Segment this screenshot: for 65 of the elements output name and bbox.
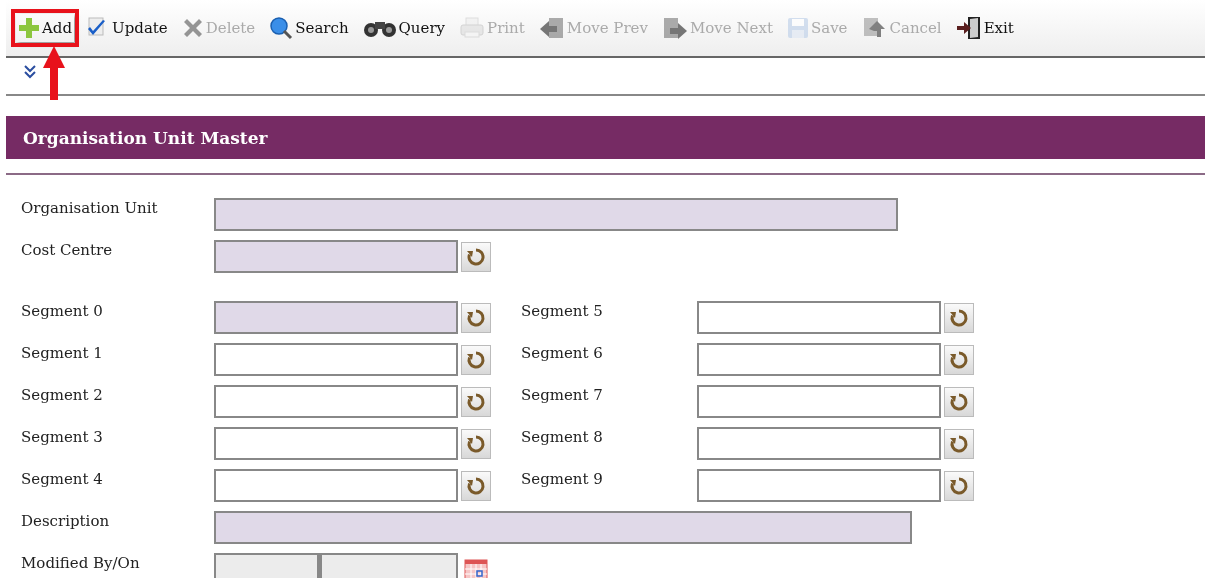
- field-label: Segment 9: [521, 469, 604, 488]
- input-field[interactable]: [214, 198, 898, 231]
- form-title: Organisation Unit Master: [6, 116, 1205, 159]
- input-field[interactable]: [214, 385, 458, 418]
- refresh-icon: [466, 246, 486, 267]
- refresh-icon: [949, 475, 969, 496]
- expand-chevrons-icon[interactable]: [24, 65, 36, 79]
- search-icon: [269, 16, 294, 40]
- toolbar-button[interactable]: Update: [84, 14, 170, 42]
- lookup-button[interactable]: [461, 344, 491, 375]
- field-label: Segment 7: [521, 385, 604, 404]
- field-label: Modified By/On: [21, 553, 141, 572]
- exit-door-icon: [955, 16, 982, 40]
- toolbar-button[interactable]: Exit: [953, 13, 1016, 43]
- lookup-button[interactable]: [461, 428, 491, 459]
- input-field[interactable]: [697, 427, 941, 460]
- calendar-icon[interactable]: [464, 557, 488, 578]
- toolbar-button[interactable]: Add: [16, 14, 75, 42]
- input-field[interactable]: [697, 469, 941, 502]
- lookup-button[interactable]: [944, 470, 974, 501]
- toolbar-button[interactable]: Query: [360, 15, 448, 41]
- field-label: Segment 2: [21, 385, 104, 404]
- field-label: Description: [21, 511, 111, 530]
- lookup-button[interactable]: [944, 344, 974, 375]
- printer-icon: [459, 17, 486, 39]
- field-label: Segment 4: [21, 469, 104, 488]
- refresh-icon: [949, 433, 969, 454]
- field-label: Segment 0: [21, 301, 104, 320]
- field-label: Segment 3: [21, 427, 104, 446]
- field-label: Cost Centre: [21, 240, 114, 259]
- arrow-right-icon: [661, 16, 688, 40]
- refresh-icon: [466, 433, 486, 454]
- input-field[interactable]: [214, 343, 458, 376]
- arrow-left-icon: [538, 16, 565, 40]
- lookup-button[interactable]: [944, 386, 974, 417]
- annotation-arrow: [40, 44, 68, 100]
- field-label: Segment 1: [21, 343, 104, 362]
- field-label: Segment 5: [521, 301, 604, 320]
- lookup-button[interactable]: [461, 470, 491, 501]
- input-field[interactable]: [214, 511, 912, 544]
- input-field[interactable]: [214, 301, 458, 334]
- input-field[interactable]: [697, 301, 941, 334]
- input-field[interactable]: [697, 385, 941, 418]
- lookup-button[interactable]: [944, 428, 974, 459]
- lookup-button[interactable]: [461, 386, 491, 417]
- refresh-icon: [466, 391, 486, 412]
- toolbar-button[interactable]: Search: [267, 13, 351, 43]
- refresh-icon: [466, 307, 486, 328]
- input-field[interactable]: [214, 240, 458, 273]
- input-field[interactable]: [697, 343, 941, 376]
- refresh-icon: [949, 391, 969, 412]
- input-field[interactable]: [214, 427, 458, 460]
- lookup-button[interactable]: [944, 302, 974, 333]
- field-label: Organisation Unit: [21, 198, 159, 217]
- field-label: Segment 8: [521, 427, 604, 446]
- input-field[interactable]: [214, 469, 458, 502]
- undo-icon: [861, 16, 888, 40]
- refresh-icon: [466, 475, 486, 496]
- lookup-button[interactable]: [461, 241, 491, 272]
- refresh-icon: [466, 349, 486, 370]
- plus-icon: [18, 17, 40, 39]
- lookup-button[interactable]: [461, 302, 491, 333]
- refresh-icon: [949, 307, 969, 328]
- field-label: Segment 6: [521, 343, 604, 362]
- refresh-icon: [949, 349, 969, 370]
